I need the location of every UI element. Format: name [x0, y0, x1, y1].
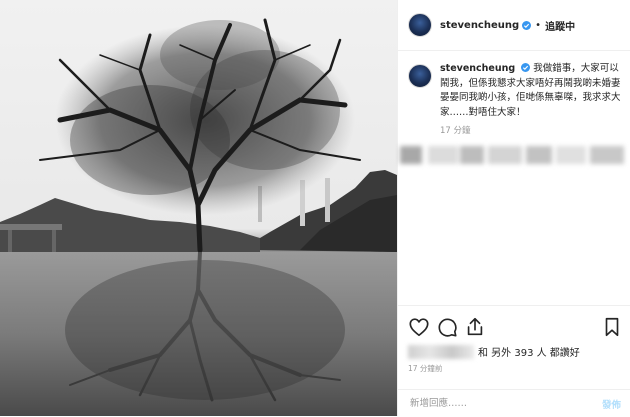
action-bar: 和 另外 393 人 都讚好 17 分鐘前 [398, 305, 630, 390]
post-timestamp: 17 分鐘前 [408, 364, 443, 373]
avatar[interactable] [408, 13, 432, 37]
add-comment-bar: 發佈 [398, 389, 630, 417]
tree-photo-illustration [0, 18, 397, 416]
verified-badge-icon [522, 20, 532, 30]
blurred-liker-name [408, 344, 474, 359]
post-header: stevencheung • 追蹤中 [398, 0, 630, 51]
caption-username-link[interactable]: stevencheung [440, 63, 515, 74]
bookmark-icon[interactable] [601, 316, 623, 338]
caption-comment: stevencheung 我做錯事，大家可以鬧我，但係我懇求大家唔好再鬧我啲未婚… [408, 62, 623, 120]
follow-status-button[interactable]: 追蹤中 [545, 18, 575, 33]
chimney-icon [325, 178, 330, 222]
caption-body: stevencheung 我做錯事，大家可以鬧我，但係我懇求大家唔好再鬧我啲未婚… [440, 62, 623, 120]
blurred-comment [398, 140, 630, 170]
post-side-panel: stevencheung • 追蹤中 stevencheung 我做錯事，大家可… [397, 0, 630, 416]
likes-summary: 和 另外 393 人 都讚好 [408, 344, 580, 359]
verified-badge-icon [521, 63, 531, 72]
username-link[interactable]: stevencheung [440, 20, 519, 31]
share-icon[interactable] [464, 316, 486, 338]
comment-icon[interactable] [436, 316, 458, 338]
separator-dot: • [535, 19, 542, 31]
avatar[interactable] [408, 64, 432, 88]
publish-button[interactable]: 發佈 [602, 397, 621, 411]
heart-icon[interactable] [408, 316, 430, 338]
comment-input[interactable] [408, 397, 572, 410]
post-photo[interactable] [0, 0, 397, 416]
caption-timestamp[interactable]: 17 分鐘 [440, 124, 471, 136]
likes-text[interactable]: 和 另外 393 人 都讚好 [478, 344, 580, 359]
instagram-post: stevencheung • 追蹤中 stevencheung 我做錯事，大家可… [0, 0, 630, 416]
